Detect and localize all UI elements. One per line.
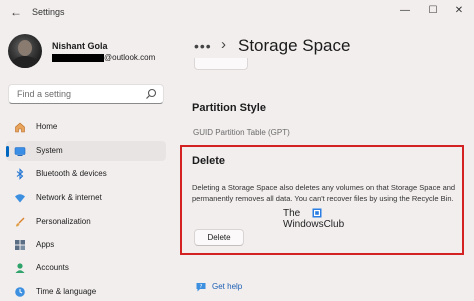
- close-button[interactable]: ✕: [448, 3, 470, 19]
- svg-text:?: ?: [200, 284, 203, 290]
- apps-icon: [15, 240, 25, 250]
- profile-email: @outlook.com: [104, 53, 156, 62]
- accounts-icon: [15, 263, 25, 273]
- search-icon: [146, 88, 157, 99]
- sidebar-item-label: Bluetooth & devices: [36, 169, 107, 178]
- sidebar-item-accounts[interactable]: Accounts: [6, 258, 166, 278]
- sidebar-item-label: Personalization: [36, 217, 91, 226]
- app-title: Settings: [32, 7, 65, 17]
- partition-style-heading: Partition Style: [192, 102, 266, 114]
- home-icon: [15, 122, 25, 133]
- selection-indicator: [6, 146, 9, 157]
- watermark-logo-icon: [312, 208, 322, 218]
- sidebar-item-bluetooth[interactable]: Bluetooth & devices: [6, 164, 166, 184]
- help-icon: ?: [196, 283, 206, 292]
- page-title: Storage Space: [238, 36, 351, 55]
- profile-name: Nishant Gola: [52, 41, 108, 51]
- breadcrumb-overflow-button[interactable]: •••: [194, 38, 212, 54]
- avatar[interactable]: [8, 34, 42, 68]
- email-redaction: [52, 54, 104, 62]
- get-help-link[interactable]: Get help: [212, 282, 242, 291]
- sidebar-item-label: System: [36, 146, 63, 155]
- partition-style-value: GUID Partition Table (GPT): [193, 128, 290, 137]
- delete-heading: Delete: [192, 155, 226, 167]
- search-input[interactable]: Find a setting: [8, 84, 164, 104]
- avatar-body: [12, 56, 38, 68]
- sidebar-item-network[interactable]: Network & internet: [6, 188, 166, 208]
- sidebar-item-label: Accounts: [36, 263, 69, 272]
- clock-icon: [15, 287, 25, 297]
- brush-icon: [16, 217, 25, 227]
- sidebar-item-personalization[interactable]: Personalization: [6, 212, 166, 232]
- sidebar-item-label: Apps: [36, 240, 55, 249]
- partially-visible-button[interactable]: [194, 58, 248, 70]
- delete-description: Deleting a Storage Space also deletes an…: [192, 183, 456, 203]
- wifi-icon: [15, 194, 25, 203]
- sidebar-item-time-language[interactable]: Time & language: [6, 282, 166, 301]
- title-bar: ← Settings — ☐ ✕: [0, 0, 474, 24]
- minimize-button[interactable]: —: [394, 3, 416, 19]
- search-placeholder: Find a setting: [17, 89, 72, 99]
- sidebar-item-system[interactable]: System: [6, 141, 166, 161]
- sidebar-item-label: Network & internet: [36, 193, 102, 202]
- delete-button[interactable]: Delete: [194, 229, 244, 246]
- system-icon: [14, 147, 26, 156]
- sidebar-item-label: Home: [36, 122, 58, 131]
- avatar-face: [18, 40, 32, 56]
- bluetooth-icon: [16, 168, 24, 180]
- chevron-right-icon: ›: [221, 36, 226, 53]
- back-button[interactable]: ←: [8, 4, 24, 20]
- watermark-line-2: WindowsClub: [283, 219, 345, 230]
- sidebar-item-home[interactable]: Home: [6, 117, 166, 137]
- sidebar-item-label: Time & language: [36, 287, 97, 296]
- sidebar-item-apps[interactable]: Apps: [6, 235, 166, 255]
- maximize-button[interactable]: ☐: [422, 3, 444, 19]
